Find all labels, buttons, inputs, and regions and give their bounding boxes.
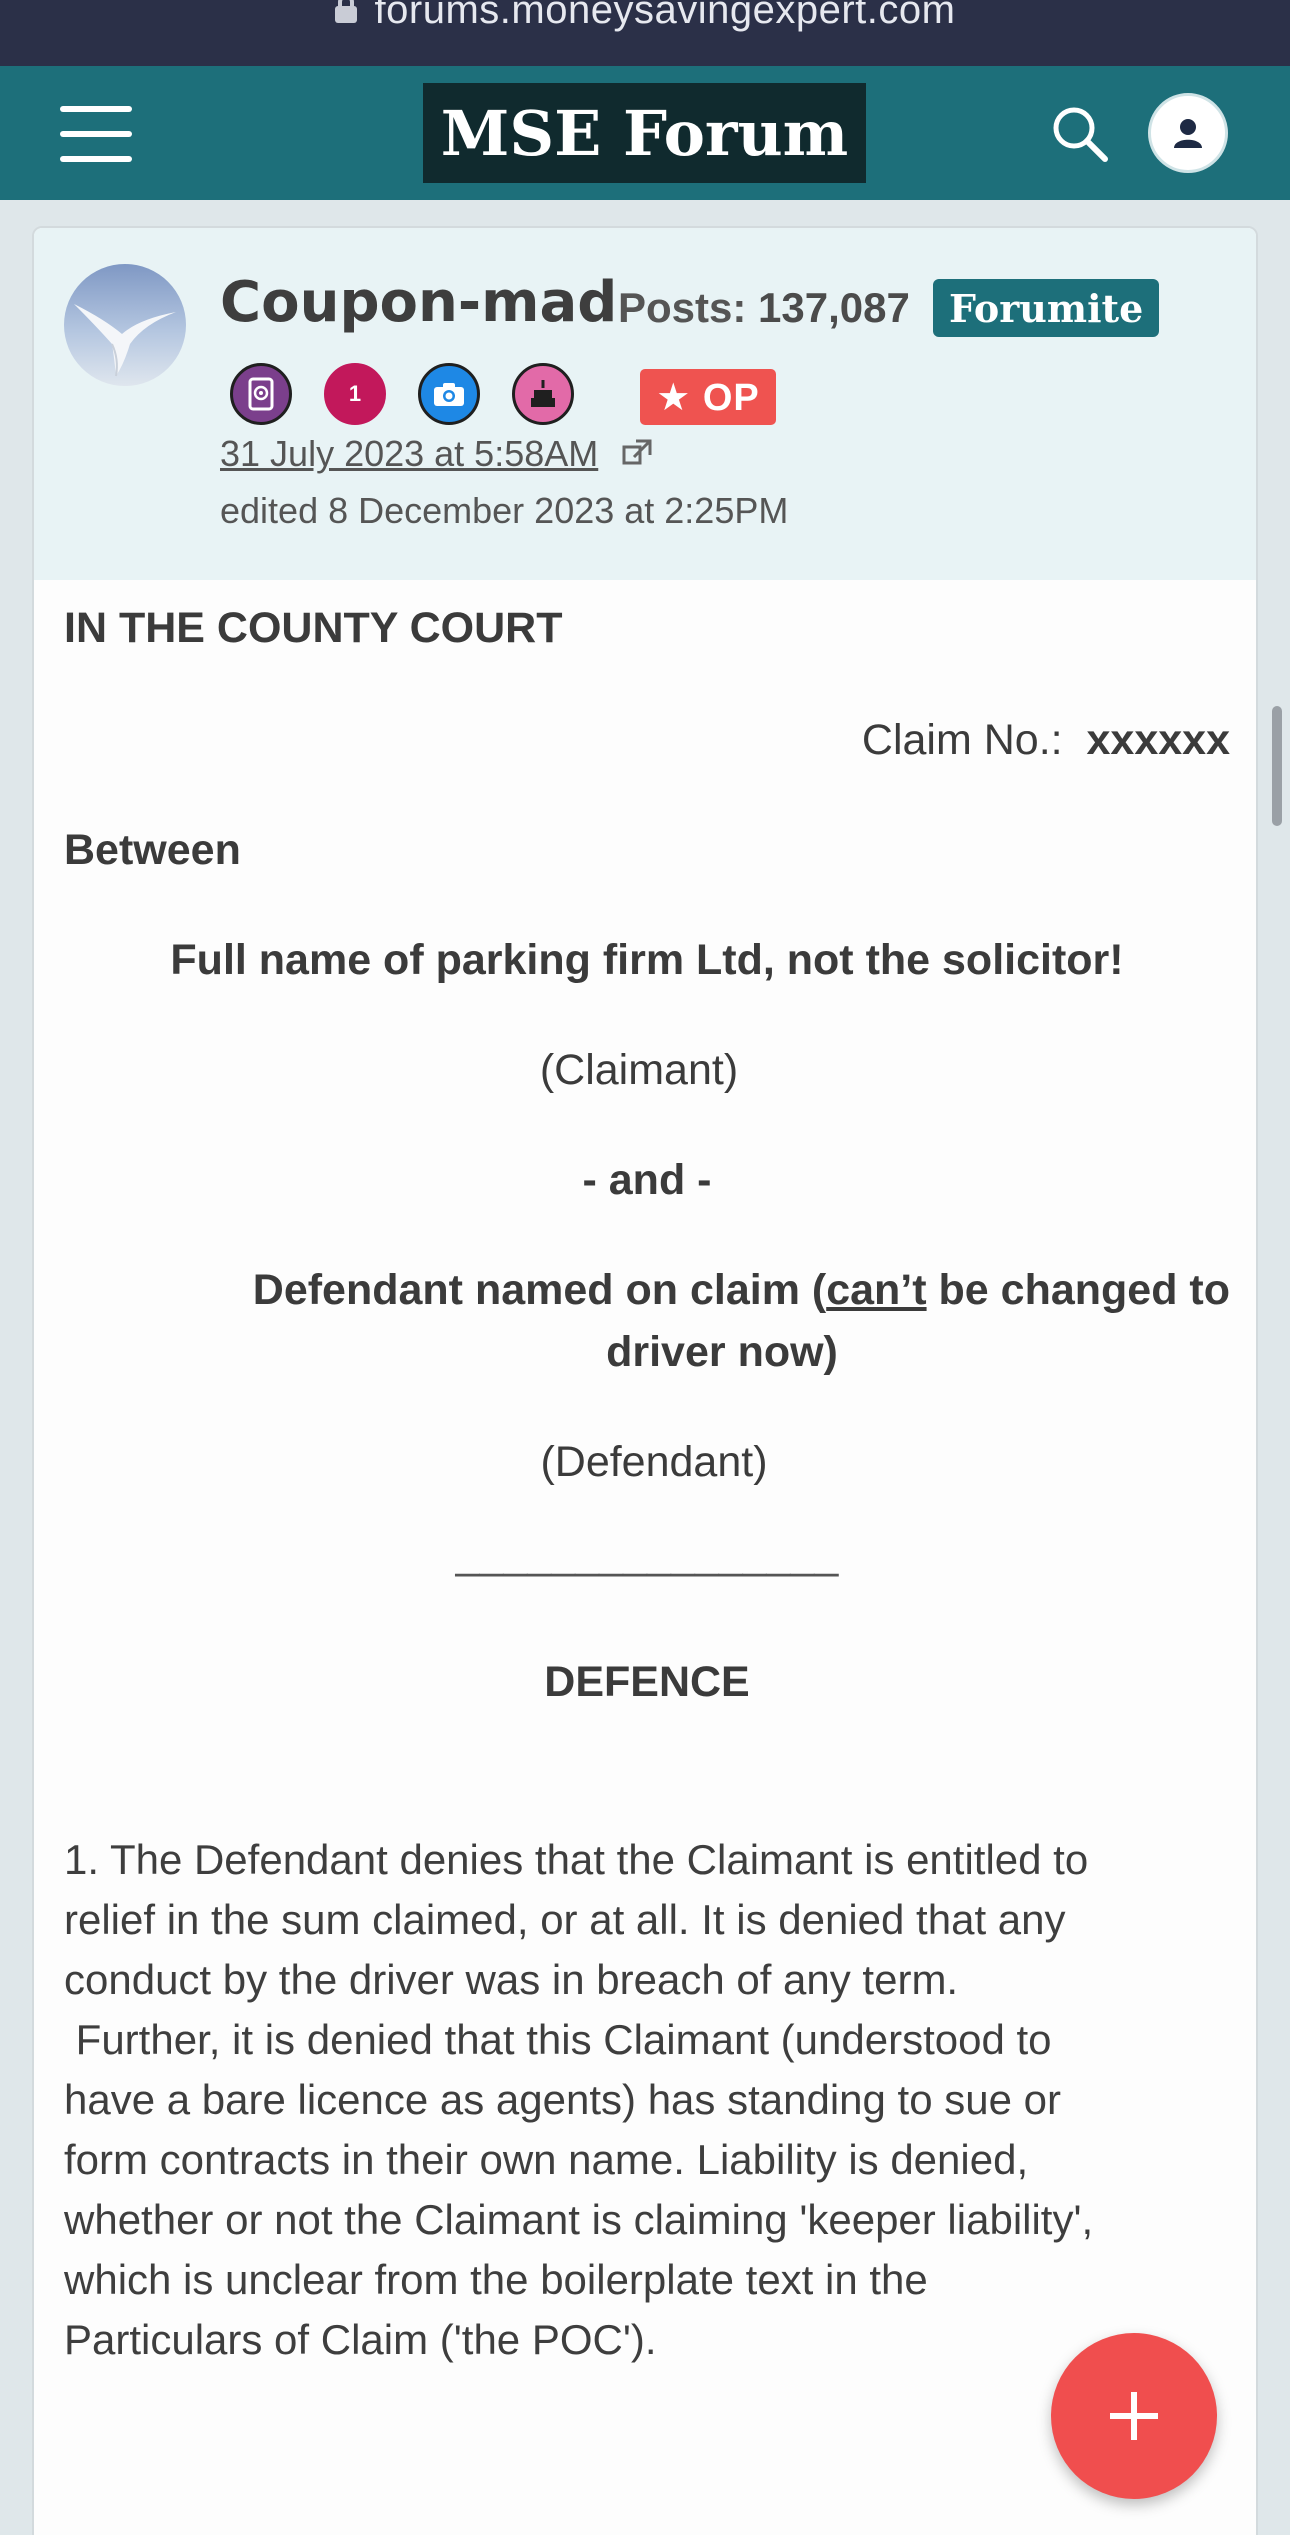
- seagull-image: [74, 304, 176, 377]
- paragraph-line: whether or not the Claimant is claiming …: [64, 2196, 1094, 2243]
- posts-value: 137,087: [758, 284, 910, 331]
- menu-icon[interactable]: [60, 106, 132, 162]
- plus-icon: [1110, 2392, 1158, 2440]
- defendant-text-underlined: can’t: [826, 1266, 927, 1314]
- claim-number: Claim No.: xxxxxx: [862, 716, 1230, 765]
- scrollbar[interactable]: [1272, 706, 1282, 826]
- between-label: Between: [64, 826, 241, 874]
- paragraph-line: which is unclear from the boilerplate te…: [64, 2256, 928, 2303]
- search-icon[interactable]: [1050, 104, 1110, 164]
- defendant-text-post: be changed to: [926, 1266, 1230, 1314]
- role-badge: Forumite: [933, 279, 1160, 337]
- user-icon: [1174, 119, 1202, 148]
- defence-title: DEFENCE: [544, 1658, 750, 1706]
- posts-label: Posts:: [618, 284, 747, 331]
- paragraph-line: have a bare licence as agents) has stand…: [64, 2076, 1061, 2123]
- url-text: forums.moneysavingexpert.com: [374, 0, 956, 32]
- badge-number: 1: [348, 381, 362, 406]
- defendant-label: (Defendant): [540, 1438, 768, 1486]
- claimant-name: Full name of parking firm Ltd, not the s…: [170, 936, 1124, 984]
- browser-url-bar[interactable]: forums.moneysavingexpert.com: [0, 0, 1290, 66]
- lock-icon: [334, 0, 357, 24]
- post-date-link[interactable]: 31 July 2023 at 5:58AM: [220, 433, 598, 475]
- first-post-badge[interactable]: 1: [324, 363, 386, 425]
- edited-note: edited 8 December 2023 at 2:25PM: [220, 490, 789, 531]
- paragraph-line: conduct by the driver was in breach of a…: [64, 1956, 959, 2003]
- author-name[interactable]: Coupon-mad: [220, 270, 617, 335]
- paragraph-line: Further, it is denied that this Claimant…: [64, 2016, 1052, 2063]
- new-post-button[interactable]: [1051, 2333, 1217, 2499]
- defendant-line-1: Defendant named on claim (can’t be chang…: [253, 1266, 1230, 1315]
- app-header: MSE Forum: [0, 66, 1290, 200]
- post-card: Coupon-mad Posts: 137,087 Forumite 1 ★ O…: [32, 226, 1258, 2535]
- claimant-label: (Claimant): [539, 1046, 739, 1094]
- claim-label: Claim No.:: [861, 716, 1063, 764]
- claim-value: xxxxxx: [1086, 716, 1231, 764]
- account-button[interactable]: [1148, 93, 1228, 173]
- defendant-line-2: driver now): [606, 1328, 838, 1376]
- post-header: Coupon-mad Posts: 137,087 Forumite 1 ★ O…: [34, 228, 1256, 580]
- defendant-text-pre: Defendant named on claim (: [252, 1266, 827, 1314]
- cake-icon[interactable]: [512, 363, 574, 425]
- permalink-icon[interactable]: [622, 437, 654, 467]
- author-avatar[interactable]: [64, 264, 186, 386]
- site-logo[interactable]: MSE Forum: [423, 83, 866, 183]
- and-separator: - and -: [582, 1156, 712, 1204]
- post-count: Posts: 137,087: [618, 284, 910, 332]
- paragraph-1: 1. The Defendant denies that the Claiman…: [64, 1830, 1230, 2370]
- court-heading: IN THE COUNTY COURT: [64, 604, 563, 652]
- paragraph-line: form contracts in their own name. Liabil…: [64, 2136, 1029, 2183]
- address-book-icon[interactable]: [230, 363, 292, 425]
- op-badge: ★ OP: [640, 369, 776, 425]
- paragraph-line: Particulars of Claim ('the POC').: [64, 2316, 657, 2363]
- paragraph-line: 1. The Defendant denies that the Claiman…: [64, 1836, 1089, 1883]
- camera-icon[interactable]: [418, 363, 480, 425]
- paragraph-line: relief in the sum claimed, or at all. It…: [64, 1896, 1066, 1943]
- separator-line: ________________: [455, 1530, 839, 1578]
